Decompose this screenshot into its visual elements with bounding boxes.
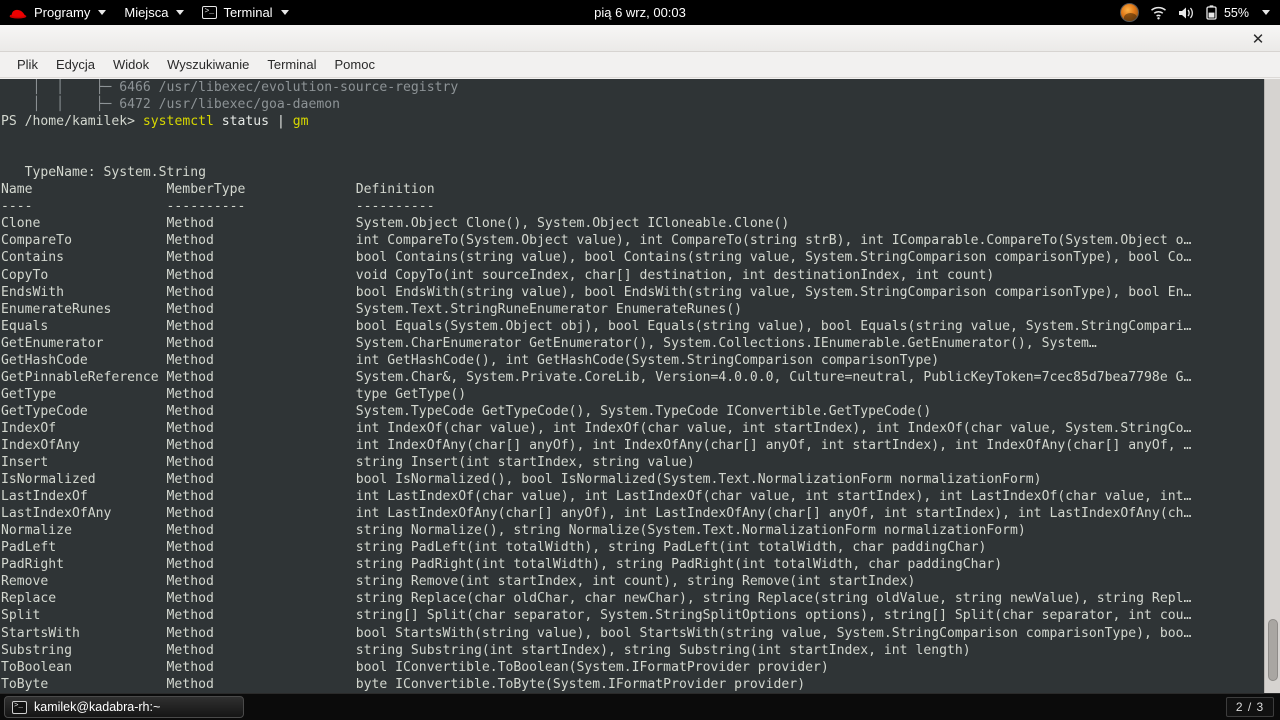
- chevron-down-icon[interactable]: [1262, 10, 1270, 15]
- taskbar-window-button[interactable]: kamilek@kadabra-rh:~: [4, 696, 244, 718]
- terminal-line: IsNormalized Method bool IsNormalized(),…: [1, 472, 1042, 488]
- terminal-line: TypeName: System.String: [1, 165, 206, 181]
- terminal-line: PS /home/kamilek> systemctl status | gm: [1, 114, 309, 130]
- user-avatar-icon[interactable]: [1119, 3, 1139, 22]
- panel-menu-miejsca[interactable]: Miejsca: [115, 0, 193, 25]
- terminal-output[interactable]: │ │ ├─ 6466 /usr/libexec/evolution-sourc…: [0, 79, 1264, 693]
- menu-widok[interactable]: Widok: [104, 55, 158, 74]
- terminal-icon: [202, 5, 218, 19]
- redhat-logo-svg: [9, 9, 27, 18]
- terminal-line: EndsWith Method bool EndsWith(string val…: [1, 284, 1192, 300]
- close-icon[interactable]: ✕: [1244, 25, 1272, 52]
- chevron-down-icon: [176, 10, 185, 15]
- terminal-line: GetTypeCode Method System.TypeCode GetTy…: [1, 403, 932, 419]
- terminal-line: Name MemberType Definition: [1, 182, 435, 198]
- menu-edycja[interactable]: Edycja: [47, 55, 104, 74]
- menu-wyszukiwanie[interactable]: Wyszukiwanie: [158, 55, 258, 74]
- battery-percentage: 55%: [1223, 5, 1249, 20]
- terminal-scrollbar-thumb[interactable]: [1268, 619, 1278, 681]
- chevron-down-icon: [280, 10, 289, 15]
- terminal-line: Remove Method string Remove(int startInd…: [1, 574, 916, 590]
- taskbar: kamilek@kadabra-rh:~ 2 / 3: [0, 693, 1280, 720]
- terminal-line: GetHashCode Method int GetHashCode(), in…: [1, 352, 940, 368]
- terminal-line: LastIndexOfAny Method int LastIndexOfAny…: [1, 506, 1192, 522]
- system-tray: 55%: [1119, 0, 1276, 25]
- wifi-icon[interactable]: [1150, 6, 1167, 20]
- terminal-line: LastIndexOf Method int LastIndexOf(char …: [1, 489, 1192, 505]
- taskbar-window-label: kamilek@kadabra-rh:~: [34, 700, 161, 714]
- terminal-line: StartsWith Method bool StartsWith(string…: [1, 625, 1192, 641]
- volume-icon[interactable]: [1178, 6, 1195, 20]
- terminal-line: GetType Method type GetType(): [1, 386, 467, 402]
- menu-pomoc[interactable]: Pomoc: [325, 55, 383, 74]
- terminal-line: Equals Method bool Equals(System.Object …: [1, 318, 1192, 334]
- top-panel: Programy Miejsca Terminal pią 6 wrz, 00:…: [0, 0, 1280, 25]
- terminal-line: CompareTo Method int CompareTo(System.Ob…: [1, 233, 1192, 249]
- terminal-line: │ │ ├─ 6466 /usr/libexec/evolution-sourc…: [1, 80, 459, 95]
- battery-icon[interactable]: [1206, 5, 1217, 20]
- terminal-line: GetEnumerator Method System.CharEnumerat…: [1, 335, 1097, 351]
- menu-terminal[interactable]: Terminal: [258, 55, 325, 74]
- menu-plik[interactable]: Plik: [8, 55, 47, 74]
- terminal-line: EnumerateRunes Method System.Text.String…: [1, 301, 743, 317]
- terminal-line: IndexOfAny Method int IndexOfAny(char[] …: [1, 437, 1192, 453]
- terminal-body: │ │ ├─ 6466 /usr/libexec/evolution-sourc…: [0, 79, 1280, 693]
- terminal-line: ToBoolean Method bool IConvertible.ToBoo…: [1, 659, 829, 675]
- terminal-line: Split Method string[] Split(char separat…: [1, 608, 1192, 624]
- panel-menu-terminal[interactable]: Terminal: [193, 0, 297, 25]
- chevron-down-icon: [98, 10, 107, 15]
- terminal-icon: [12, 700, 27, 714]
- panel-menu-miejsca-label: Miejsca: [124, 5, 169, 20]
- terminal-line: │ │ ├─ 6472 /usr/libexec/goa-daemon: [1, 97, 340, 113]
- window-menubar: Plik Edycja Widok Wyszukiwanie Terminal …: [0, 52, 1280, 78]
- terminal-scrollbar[interactable]: [1264, 79, 1280, 693]
- terminal-line: Contains Method bool Contains(string val…: [1, 250, 1192, 266]
- terminal-line: Replace Method string Replace(char oldCh…: [1, 591, 1192, 607]
- terminal-line: IndexOf Method int IndexOf(char value), …: [1, 420, 1192, 436]
- terminal-line: ---- ---------- ----------: [1, 199, 435, 215]
- terminal-line: PadLeft Method string PadLeft(int totalW…: [1, 540, 987, 556]
- panel-menu-programy[interactable]: Programy: [0, 0, 115, 25]
- terminal-line: Substring Method string Substring(int st…: [1, 642, 971, 658]
- terminal-line: CopyTo Method void CopyTo(int sourceInde…: [1, 267, 995, 283]
- terminal-line: GetPinnableReference Method System.Char&…: [1, 369, 1192, 385]
- terminal-line: PadRight Method string PadRight(int tota…: [1, 557, 1003, 573]
- terminal-window: ✕ Plik Edycja Widok Wyszukiwanie Termina…: [0, 25, 1280, 693]
- panel-menu-terminal-label: Terminal: [223, 5, 273, 20]
- terminal-line: Insert Method string Insert(int startInd…: [1, 455, 695, 471]
- workspace-indicator[interactable]: 2 / 3: [1226, 697, 1274, 717]
- panel-menu-programy-label: Programy: [34, 5, 91, 20]
- terminal-line: ToByte Method byte IConvertible.ToByte(S…: [1, 676, 806, 692]
- terminal-line: Clone Method System.Object Clone(), Syst…: [1, 216, 790, 232]
- terminal-line: Normalize Method string Normalize(), str…: [1, 523, 1026, 539]
- window-titlebar[interactable]: ✕: [0, 25, 1280, 52]
- redhat-logo-icon: [8, 6, 28, 20]
